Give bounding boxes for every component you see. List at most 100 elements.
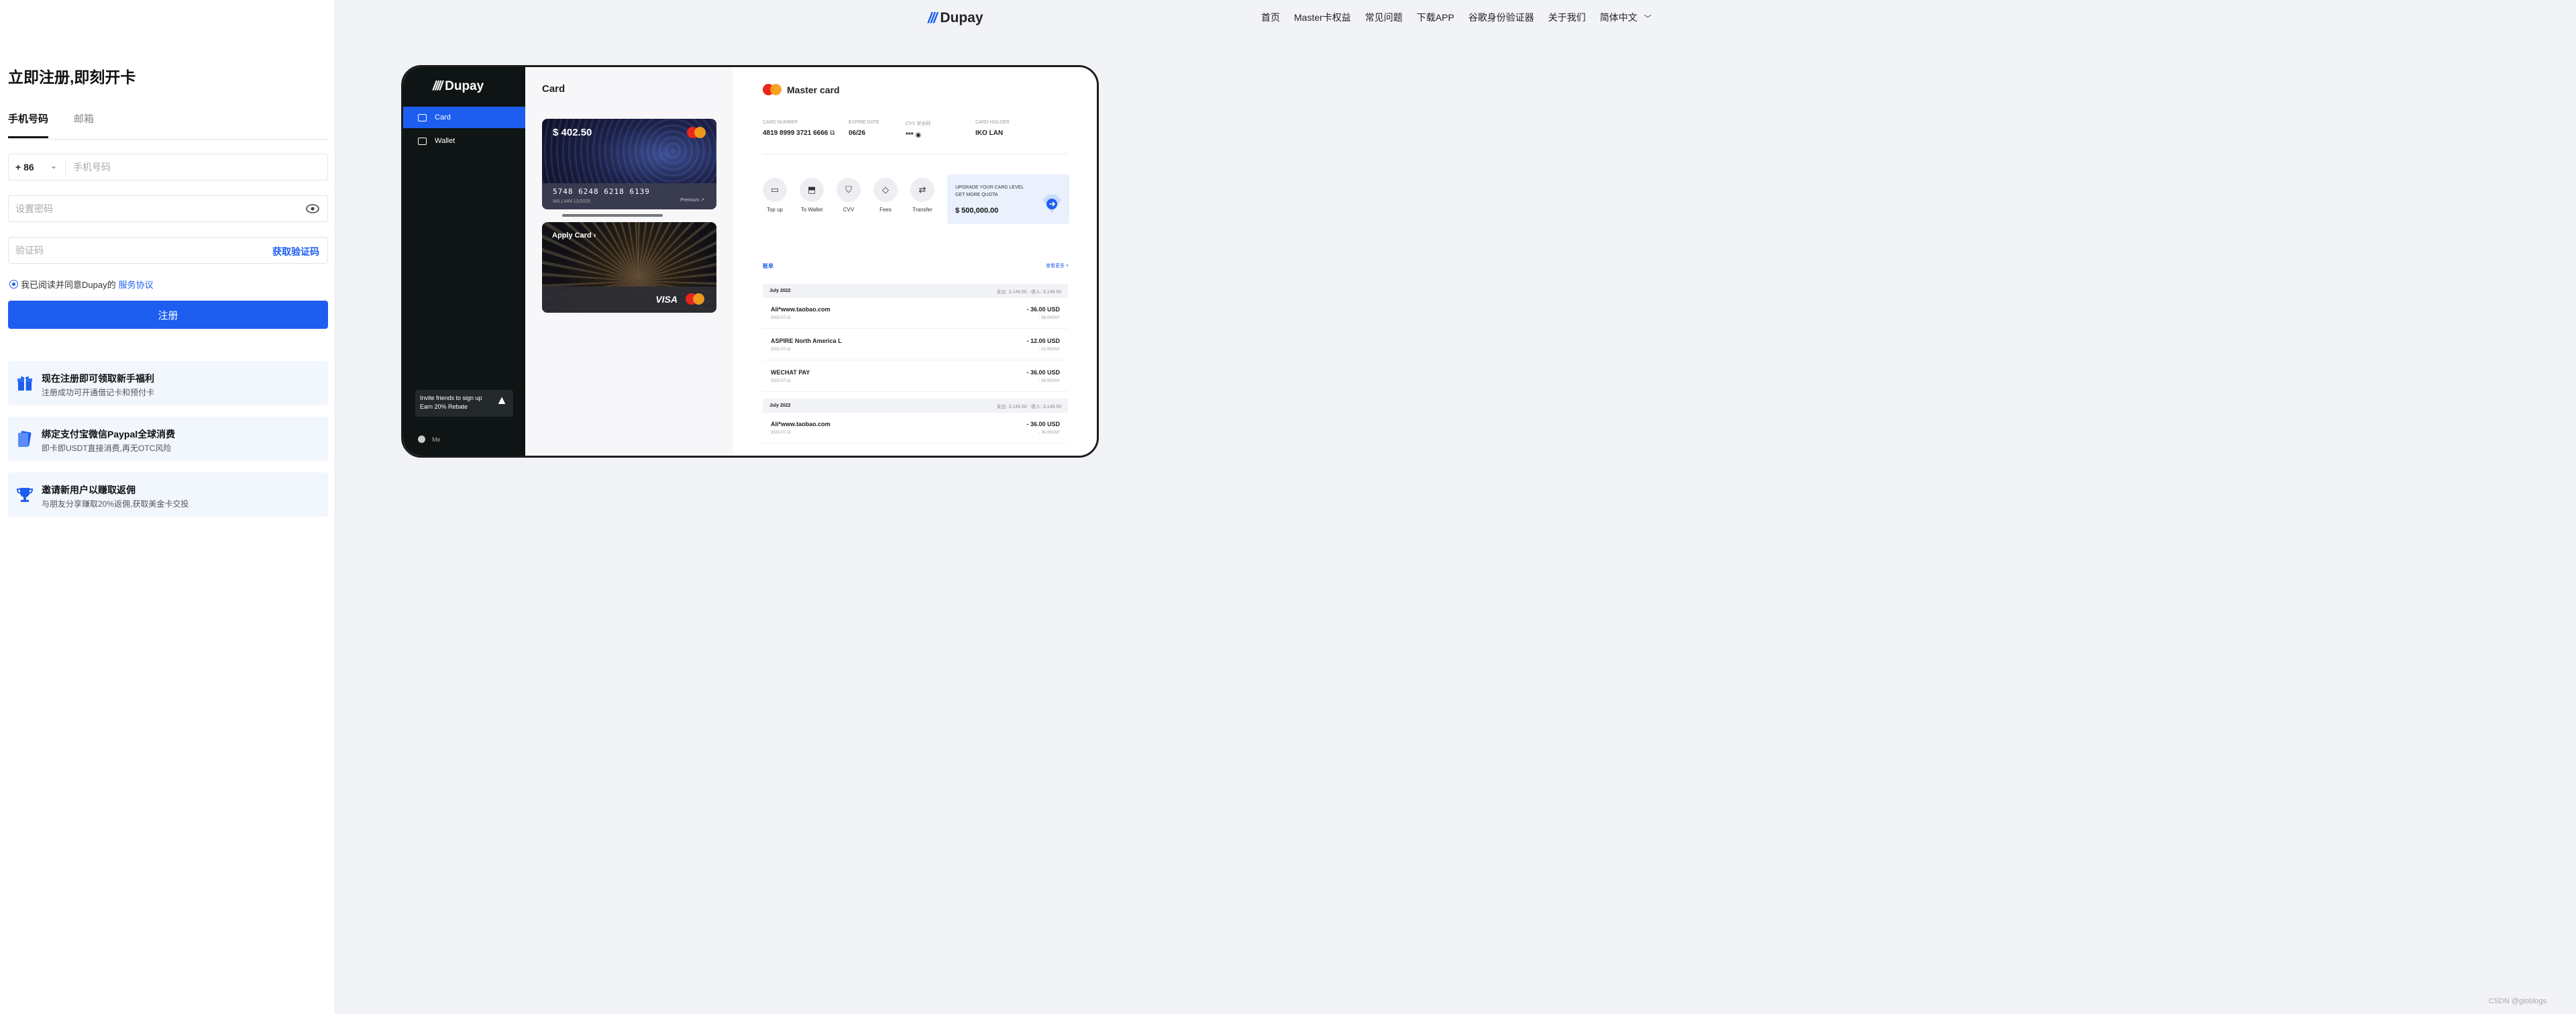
register-tabs: 手机号码 邮箱 — [8, 111, 328, 140]
promo-card: 邀请新用户以赚取返佣 与朋友分享赚取20%返佣,获取美金卡交投 — [8, 472, 328, 517]
phone-input[interactable] — [73, 154, 321, 180]
nav-faq[interactable]: 常见问题 — [1365, 11, 1403, 24]
info-label: EXPIRE DATE — [849, 120, 879, 125]
promo-title: 邀请新用户以赚取返佣 — [42, 485, 136, 495]
card-bind-icon — [18, 431, 32, 447]
cards-title: Card — [542, 83, 566, 95]
shield-icon: ⛉ — [837, 178, 861, 202]
logo-mark-icon: /// — [928, 9, 937, 26]
transfer-icon: ⇄ — [910, 178, 934, 202]
eye-icon[interactable] — [306, 203, 319, 214]
mockup-logo-text: Dupay — [445, 79, 484, 93]
nav-download-app[interactable]: 下载APP — [1417, 11, 1454, 24]
mockup-sidebar: //// Dupay Card Wallet Invite friends to… — [403, 67, 525, 456]
upgrade-amount: $ 500,000.00 — [955, 207, 999, 215]
upgrade-text: UPGRADE YOUR CARD LEVEL GET MORE QUOTA — [955, 185, 1024, 197]
invite-banner: Invite friends to sign up Earn 20% Rebat… — [415, 390, 513, 417]
language-label: 简体中文 — [1599, 12, 1638, 23]
logo-mark-icon: //// — [433, 79, 443, 93]
mockup-logo: //// Dupay — [433, 79, 484, 94]
diamond-icon — [1042, 195, 1061, 213]
info-label: CVV 安全码 — [906, 121, 931, 126]
promo-subtitle: 注册成功可开通借记卡和预付卡 — [42, 388, 155, 397]
password-field — [8, 195, 328, 222]
info-value: 06/26 — [849, 130, 866, 137]
wallet-icon — [418, 137, 427, 145]
phone-field: + 86 ⌄ — [8, 154, 328, 181]
chevron-down-icon[interactable]: ⌄ — [50, 161, 57, 170]
action-fees: ◇ Fees — [870, 178, 901, 213]
action-top-up: ▭ Top up — [759, 178, 790, 213]
sidebar-item-card: Card — [403, 107, 525, 128]
language-select[interactable]: 简体中文 ﹀ — [1600, 11, 1652, 24]
master-card-image: $ 402.50 5748 6248 6218 6139 WILLIAM 12/… — [542, 119, 716, 209]
topup-icon: ▭ — [763, 178, 787, 202]
transaction-row: WECHAT PAY 2022-07-11 - 36.00 USD - 36.00C… — [763, 361, 1068, 392]
nav-master-benefits[interactable]: Master卡权益 — [1294, 11, 1351, 24]
expire-date-info: EXPIRE DATE 06/26 — [849, 120, 879, 137]
trophy-icon — [16, 488, 34, 502]
me-label: Me — [432, 436, 441, 443]
promo-subtitle: 与朋友分享赚取20%返佣,获取美金卡交投 — [42, 499, 189, 509]
register-button[interactable]: 注册 — [8, 301, 328, 329]
bill-title: 账单 — [763, 263, 773, 269]
apply-card-image: Apply Card › VISA — [542, 222, 716, 313]
nav-home[interactable]: 首页 — [1261, 11, 1280, 24]
code-field: 获取验证码 — [8, 237, 328, 264]
site-logo[interactable]: /// Dupay — [928, 9, 983, 27]
app-mockup: //// Dupay Card Wallet Invite friends to… — [401, 65, 1099, 458]
action-to-wallet: ⬒ To Wallet — [796, 178, 827, 213]
mastercard-logo-icon — [687, 127, 706, 138]
mockup-cards-column: Card $ 402.50 5748 6248 6218 6139 WILLIA… — [525, 67, 733, 456]
sidebar-item-label: Wallet — [435, 137, 455, 145]
agree-radio[interactable] — [9, 280, 18, 289]
diamond-icon: ◇ — [873, 178, 898, 202]
info-label: CARD HOLDER — [975, 120, 1010, 125]
watermark: CSDN @globlogs — [2488, 997, 2546, 1005]
promo-card: 现在注册即可领取新手福利 注册成功可开通借记卡和预付卡 — [8, 361, 328, 405]
chevron-down-icon: ﹀ — [1644, 15, 1652, 23]
nav-about[interactable]: 关于我们 — [1548, 11, 1586, 24]
info-value: 4819 8999 3721 6666 ⧉ — [763, 130, 835, 137]
agree-text: 我已阅读并同意Dupay的 — [21, 280, 116, 290]
info-label: CARD NUMBER — [763, 120, 798, 125]
transaction-row: Ali*www.taobao.com 2022-07-11 - 36.00 USD… — [763, 413, 1068, 444]
tab-email[interactable]: 邮箱 — [74, 111, 94, 125]
action-cvv: ⛉ CVV — [833, 178, 864, 213]
mastercard-logo-icon — [763, 84, 782, 95]
top-nav: 首页 Master卡权益 常见问题 下载APP 谷歌身份验证器 关于我们 简体中… — [1261, 11, 1652, 24]
action-transfer: ⇄ Transfer — [907, 178, 938, 213]
detail-title: Master card — [787, 84, 840, 95]
detail-header: Master card — [763, 84, 840, 95]
agreement-row: 我已阅读并同意Dupay的 服务协议 — [9, 278, 154, 291]
avatar — [418, 436, 425, 443]
nav-google-authenticator[interactable]: 谷歌身份验证器 — [1468, 11, 1534, 24]
card-tier: Premium ↗ — [680, 198, 704, 203]
card-balance: $ 402.50 — [553, 127, 592, 138]
transaction-row: ASPIRE North America L 2022-07-11 - 12.00… — [763, 329, 1068, 360]
register-title: 立即注册,即刻开卡 — [8, 68, 136, 86]
card-number: 5748 6248 6218 6139 — [553, 187, 650, 196]
tab-phone[interactable]: 手机号码 — [8, 111, 49, 138]
password-input[interactable] — [15, 196, 297, 221]
copy-icon: ⧉ — [830, 130, 835, 137]
upgrade-banner: UPGRADE YOUR CARD LEVEL GET MORE QUOTA $ … — [947, 174, 1069, 224]
card-holder-info: CARD HOLDER IKO LAN — [975, 120, 1010, 137]
promo-title: 现在注册即可领取新手福利 — [42, 373, 154, 384]
country-code-select[interactable]: + 86 — [15, 162, 34, 172]
promo-card: 绑定支付宝微信Paypal全球消费 即卡即USDT直接消费,再无OTC风险 — [8, 417, 328, 461]
visa-logo-icon: VISA — [655, 294, 678, 305]
code-input[interactable] — [15, 238, 257, 263]
terms-link[interactable]: 服务协议 — [119, 278, 154, 291]
me-item: Me — [418, 436, 441, 443]
get-code-button[interactable]: 获取验证码 — [272, 245, 319, 258]
info-value: IKO LAN — [975, 130, 1004, 137]
month-header: July 2022 支出: 3,149.50 · 收入: 3,149.50 — [763, 284, 1068, 298]
eye-icon: ◉ — [915, 132, 922, 139]
transaction-row: Ali*www.taobao.com 2022-07-11 - 36.00 USD… — [763, 298, 1068, 329]
cvv-info: CVV 安全码 *** ◉ — [906, 120, 930, 139]
bill-more-link: 查看更多 > — [1045, 264, 1069, 268]
promo-subtitle: 即卡即USDT直接消费,再无OTC风险 — [42, 444, 172, 453]
logo-text: Dupay — [940, 10, 983, 26]
sidebar-item-wallet: Wallet — [403, 130, 525, 152]
